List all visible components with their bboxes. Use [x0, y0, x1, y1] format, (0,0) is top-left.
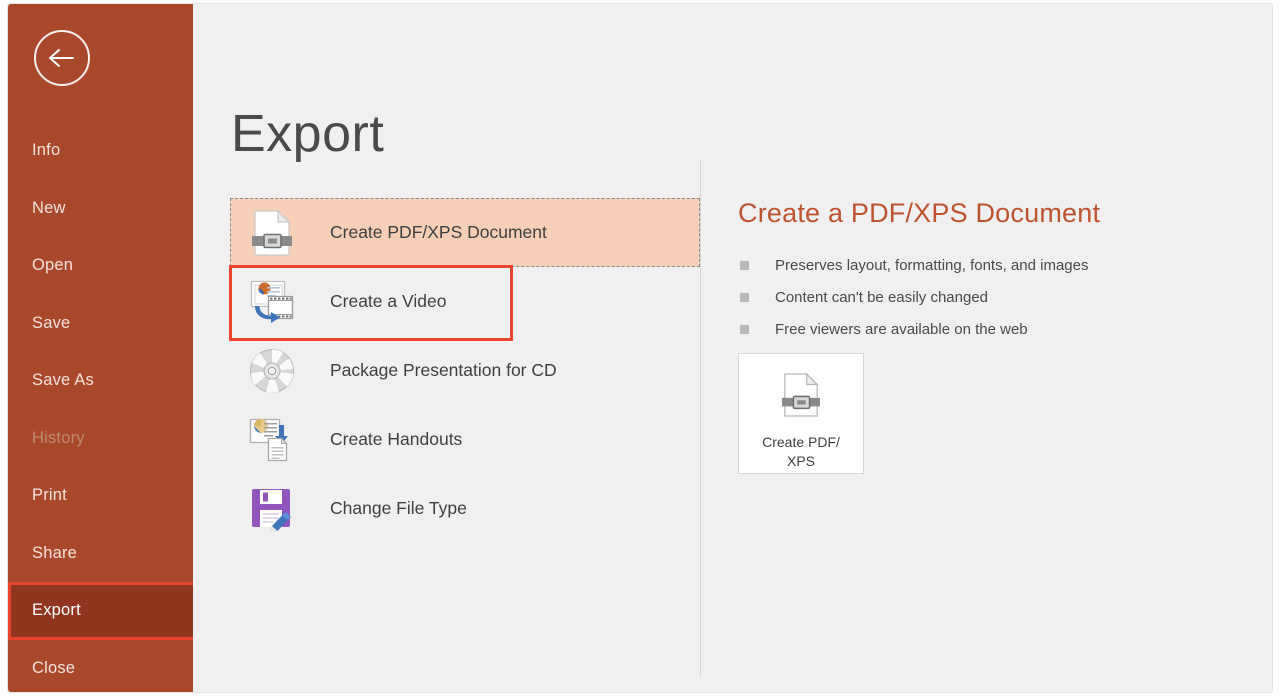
backstage-sidebar: Info New Open Save Save As History Print… [8, 4, 196, 693]
back-arrow-icon [47, 47, 77, 69]
bullet-text: Preserves layout, formatting, fonts, and… [775, 256, 1089, 274]
sidebar-item-close[interactable]: Close [8, 640, 193, 693]
sidebar-item-label: History [32, 428, 85, 447]
list-item: Free viewers are available on the web [738, 313, 1248, 345]
vertical-divider [700, 159, 701, 677]
sidebar-item-label: Print [32, 486, 67, 505]
export-option-create-handouts[interactable]: Create Handouts [230, 405, 700, 474]
export-option-change-file-type[interactable]: Change File Type [230, 474, 700, 543]
file-type-icon [246, 483, 298, 535]
sidebar-item-label: Export [32, 601, 81, 620]
export-detail-pane: Create a PDF/XPS Document Preserves layo… [738, 198, 1248, 474]
export-option-create-video[interactable]: Create a Video [229, 265, 700, 341]
sidebar-item-open[interactable]: Open [8, 237, 193, 295]
pdf-document-icon [781, 372, 821, 423]
button-label-line1: Create PDF/ [762, 434, 840, 450]
list-item: Preserves layout, formatting, fonts, and… [738, 249, 1248, 281]
sidebar-item-history: History [8, 410, 193, 468]
pdf-document-icon [246, 207, 298, 259]
detail-bullet-list: Preserves layout, formatting, fonts, and… [738, 249, 1248, 345]
bullet-square-icon [740, 292, 749, 302]
detail-title: Create a PDF/XPS Document [738, 198, 1101, 228]
app-root: Info New Open Save Save As History Print… [0, 0, 1280, 700]
export-option-list: Create PDF/XPS Document Create a Video P… [229, 198, 700, 543]
sidebar-item-label: Open [32, 256, 74, 275]
sidebar-item-label: Share [32, 543, 78, 562]
bullet-text: Content can't be easily changed [775, 288, 989, 306]
powerpoint-backstage-window: Info New Open Save Save As History Print… [8, 4, 1272, 692]
export-option-package-for-cd[interactable]: Package Presentation for CD [230, 336, 700, 405]
export-option-label: Create a Video [330, 291, 447, 311]
sidebar-item-save-as[interactable]: Save As [8, 352, 193, 410]
page-title: Export [231, 105, 385, 163]
sidebar-item-info[interactable]: Info [8, 122, 193, 180]
create-pdf-xps-button-label: Create PDF/ XPS [739, 433, 863, 471]
cd-disc-icon [246, 345, 298, 397]
sidebar-item-label: Save As [32, 371, 94, 390]
export-option-label: Create Handouts [330, 429, 463, 449]
button-label-line2: XPS [786, 452, 815, 469]
export-option-create-pdf-xps[interactable]: Create PDF/XPS Document [230, 198, 700, 267]
handouts-icon [246, 414, 298, 466]
bullet-square-icon [740, 324, 749, 334]
backstage-content: Export Create PDF/XPS Document Create a … [193, 4, 1272, 692]
create-pdf-xps-button[interactable]: Create PDF/ XPS [738, 353, 864, 474]
sidebar-item-label: Close [32, 658, 76, 677]
sidebar-item-print[interactable]: Print [8, 467, 193, 525]
sidebar-nav: Info New Open Save Save As History Print… [8, 122, 196, 693]
export-option-label: Package Presentation for CD [330, 360, 557, 380]
sidebar-item-export[interactable]: Export [8, 582, 196, 640]
bullet-square-icon [740, 260, 749, 270]
sidebar-item-label: New [32, 198, 66, 217]
back-button[interactable] [34, 30, 90, 86]
sidebar-item-new[interactable]: New [8, 180, 193, 238]
export-option-label: Create PDF/XPS Document [330, 222, 547, 242]
sidebar-item-share[interactable]: Share [8, 525, 193, 583]
list-item: Content can't be easily changed [738, 281, 1248, 313]
export-option-label: Change File Type [330, 498, 467, 518]
video-icon [246, 276, 298, 328]
sidebar-item-save[interactable]: Save [8, 295, 193, 353]
sidebar-item-label: Info [32, 141, 61, 160]
bullet-text: Free viewers are available on the web [775, 320, 1028, 338]
sidebar-item-label: Save [32, 313, 71, 332]
